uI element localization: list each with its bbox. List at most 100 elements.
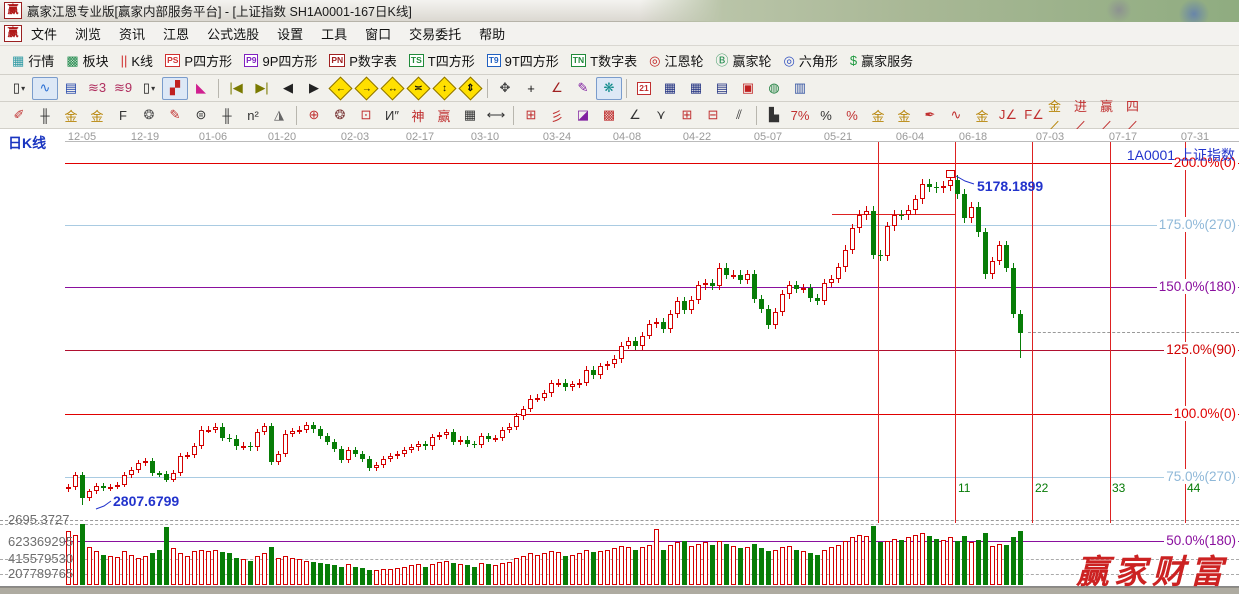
draw-fan-lines[interactable]: 彡 xyxy=(544,104,570,127)
draw-gold-circle[interactable]: 金 xyxy=(865,104,891,127)
draw-gold-grid-2[interactable]: 金 xyxy=(84,104,110,127)
menu-item-news[interactable]: 资讯 xyxy=(110,22,154,45)
draw-gold-line-2[interactable]: 金 xyxy=(969,104,995,127)
toolbar-button-sectors[interactable]: ▩ 板块 xyxy=(60,48,114,73)
draw-gold-angle[interactable]: 金∠ xyxy=(1047,99,1073,133)
menu-item-window[interactable]: 窗口 xyxy=(356,22,400,45)
draw-jin-angle[interactable]: 进∠ xyxy=(1073,99,1099,133)
toolbar-button-winner-service[interactable]: $ 赢家服务 xyxy=(844,48,919,73)
nav-first-bar[interactable]: |◀ xyxy=(223,77,249,100)
nav-wave-3[interactable]: ≋3 xyxy=(84,77,110,100)
draw-percent-line[interactable]: % xyxy=(839,104,865,127)
nav-smart-analysis[interactable]: ❋ xyxy=(596,76,622,100)
nav-calculator-2[interactable]: ▦ xyxy=(683,77,709,100)
draw-box-tool[interactable]: ⊞ xyxy=(518,104,544,127)
toolbar-button-t-number-table[interactable]: TN T数字表 xyxy=(565,48,643,73)
nav-drag-hand[interactable]: ✥ xyxy=(492,77,518,100)
nav-zoom-out-x[interactable]: ↔ xyxy=(379,75,405,101)
draw-check-lines[interactable]: ⋎ xyxy=(648,104,674,127)
draw-trend-angle[interactable]: ∠ xyxy=(622,104,648,127)
draw-compass[interactable]: ⊕ xyxy=(301,104,327,127)
draw-f-angle[interactable]: F∠ xyxy=(1021,104,1047,127)
toolbar-button-hexagon[interactable]: ◎ 六角形 xyxy=(777,48,843,73)
toolbar-button-kline[interactable]: || K线 xyxy=(115,48,159,73)
nav-zoom-in-x[interactable]: ≍ xyxy=(405,75,431,101)
menu-item-browse[interactable]: 浏览 xyxy=(66,22,110,45)
menu-item-file[interactable]: 文件 xyxy=(22,22,66,45)
nav-wave-9[interactable]: ≋9 xyxy=(110,77,136,100)
draw-circle-grid[interactable]: ⊜ xyxy=(188,104,214,127)
nav-calendar[interactable]: 21 xyxy=(631,77,657,100)
chart-area[interactable]: 12-05 12-19 01-06 01-20 02-03 02-17 03-10 03-24… xyxy=(0,129,1239,591)
draw-ruler-grid[interactable]: ▦ xyxy=(457,104,483,127)
draw-gold-line[interactable]: 金 xyxy=(891,104,917,127)
nav-save[interactable]: ▣ xyxy=(735,77,761,100)
draw-shen-grid[interactable]: 神 xyxy=(405,104,431,127)
draw-parallel-lines[interactable]: ⫽ xyxy=(726,104,752,127)
toolbar-button-quotes[interactable]: ▦ 行情 xyxy=(6,48,60,73)
toolbar-button-gann-wheel[interactable]: ◎ 江恩轮 xyxy=(643,48,709,73)
nav-last-bar[interactable]: ▶| xyxy=(249,77,275,100)
draw-stats-bars[interactable]: ▙ xyxy=(761,104,787,127)
toolbar-button-9t-square[interactable]: T9 9T四方形 xyxy=(481,48,565,73)
draw-pen-tool[interactable]: ✐ xyxy=(6,104,32,127)
menu-item-help[interactable]: 帮助 xyxy=(470,22,514,45)
draw-f-grid[interactable]: F xyxy=(110,104,136,127)
nav-zoom-out-y[interactable]: ↕ xyxy=(431,75,457,101)
nav-pan-left[interactable]: ← xyxy=(327,75,353,101)
draw-bar-grid[interactable]: ╫ xyxy=(214,104,240,127)
draw-j-angle[interactable]: J∠ xyxy=(995,104,1021,127)
draw-target[interactable]: ❂ xyxy=(327,104,353,127)
draw-angle-guide[interactable]: ◮ xyxy=(266,104,292,127)
menu-item-tools[interactable]: 工具 xyxy=(312,22,356,45)
draw-h-measure[interactable]: ⟷ xyxy=(483,104,509,127)
draw-percent-triangle[interactable]: 7% xyxy=(787,104,813,127)
draw-ying-angle[interactable]: 赢∠ xyxy=(1099,99,1125,133)
nav-zoom-in-y[interactable]: ⇕ xyxy=(457,75,483,101)
draw-grid-tool[interactable]: ╫ xyxy=(32,104,58,127)
draw-boxed-target[interactable]: ⊡ xyxy=(353,104,379,127)
menu-item-formula-stock-pick[interactable]: 公式选股 xyxy=(198,22,268,45)
candle xyxy=(822,282,827,302)
draw-n2-grid[interactable]: n² xyxy=(240,104,266,127)
draw-brush-tool[interactable]: ✎ xyxy=(162,104,188,127)
toolbar-button-9p-square[interactable]: P9 9P四方形 xyxy=(238,48,323,73)
nav-zigzag-overlay[interactable]: ∿ xyxy=(32,76,58,100)
draw-wave-band[interactable]: ∿ xyxy=(943,104,969,127)
nav-remote-download[interactable]: ▥ xyxy=(787,77,813,100)
menu-item-gann[interactable]: 江恩 xyxy=(154,22,198,45)
draw-si-angle[interactable]: 四∠ xyxy=(1125,99,1151,133)
toolbar-button-winner-wheel[interactable]: Ⓑ 赢家轮 xyxy=(709,48,777,73)
nav-angle-measure[interactable]: ∠ xyxy=(544,77,570,100)
nav-pattern-overlay[interactable]: ▞ xyxy=(162,76,188,100)
draw-grid-a[interactable]: ⊞ xyxy=(674,104,700,127)
draw-pen-bars[interactable]: ✒ xyxy=(917,104,943,127)
draw-spiral-tool[interactable]: ❂ xyxy=(136,104,162,127)
draw-pattern-box[interactable]: ▩ xyxy=(596,104,622,127)
menu-item-trade-order[interactable]: 交易委托 xyxy=(400,22,470,45)
nav-color-histogram[interactable]: ◣ xyxy=(188,77,214,100)
nav-calculator[interactable]: ▦ xyxy=(657,77,683,100)
toolbar-button-t-square[interactable]: TS T四方形 xyxy=(403,48,481,73)
nav-prev-bar[interactable]: ◀ xyxy=(275,77,301,100)
nav-info-panel[interactable]: ▤ xyxy=(58,77,84,100)
toolbar-button-p-number-table[interactable]: PN P数字表 xyxy=(323,48,402,73)
draw-grid-b[interactable]: ⊟ xyxy=(700,104,726,127)
draw-quote-mark[interactable]: И″ xyxy=(379,104,405,127)
draw-percent[interactable]: % xyxy=(813,104,839,127)
toolbar-button-p-square[interactable]: PS P四方形 xyxy=(159,48,238,73)
nav-crosshair[interactable]: + xyxy=(518,77,544,100)
nav-next-bar[interactable]: ▶ xyxy=(301,77,327,100)
draw-fan-box[interactable]: ◪ xyxy=(570,104,596,127)
nav-network-data[interactable]: ◍ xyxy=(761,77,787,100)
draw-gold-grid[interactable]: 金 xyxy=(58,104,84,127)
nav-candle-tool[interactable]: ▯ ▾ xyxy=(136,77,162,100)
nav-kline-style[interactable]: ▯ ▾ xyxy=(6,77,32,100)
candle-wick xyxy=(831,274,832,288)
nav-gann-notes[interactable]: ✎ xyxy=(570,77,596,100)
nav-pan-right[interactable]: → xyxy=(353,75,379,101)
nav-memo[interactable]: ▤ xyxy=(709,77,735,100)
menu-item-settings[interactable]: 设置 xyxy=(268,22,312,45)
volume-bar xyxy=(717,541,722,585)
draw-ying-grid[interactable]: 赢 xyxy=(431,104,457,127)
